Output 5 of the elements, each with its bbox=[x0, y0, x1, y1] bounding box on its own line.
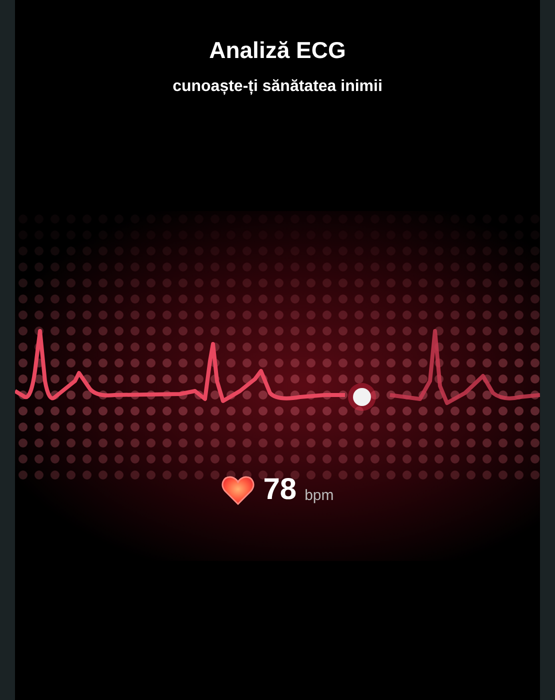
heart-rate-unit: bpm bbox=[304, 488, 334, 503]
heart-icon bbox=[221, 474, 256, 505]
heart-rate-value: 78 bbox=[263, 474, 297, 505]
screen-title: Analiză ECG bbox=[209, 36, 346, 65]
screen-subtitle: cunoaște-ți sănătatea inimii bbox=[172, 76, 382, 97]
